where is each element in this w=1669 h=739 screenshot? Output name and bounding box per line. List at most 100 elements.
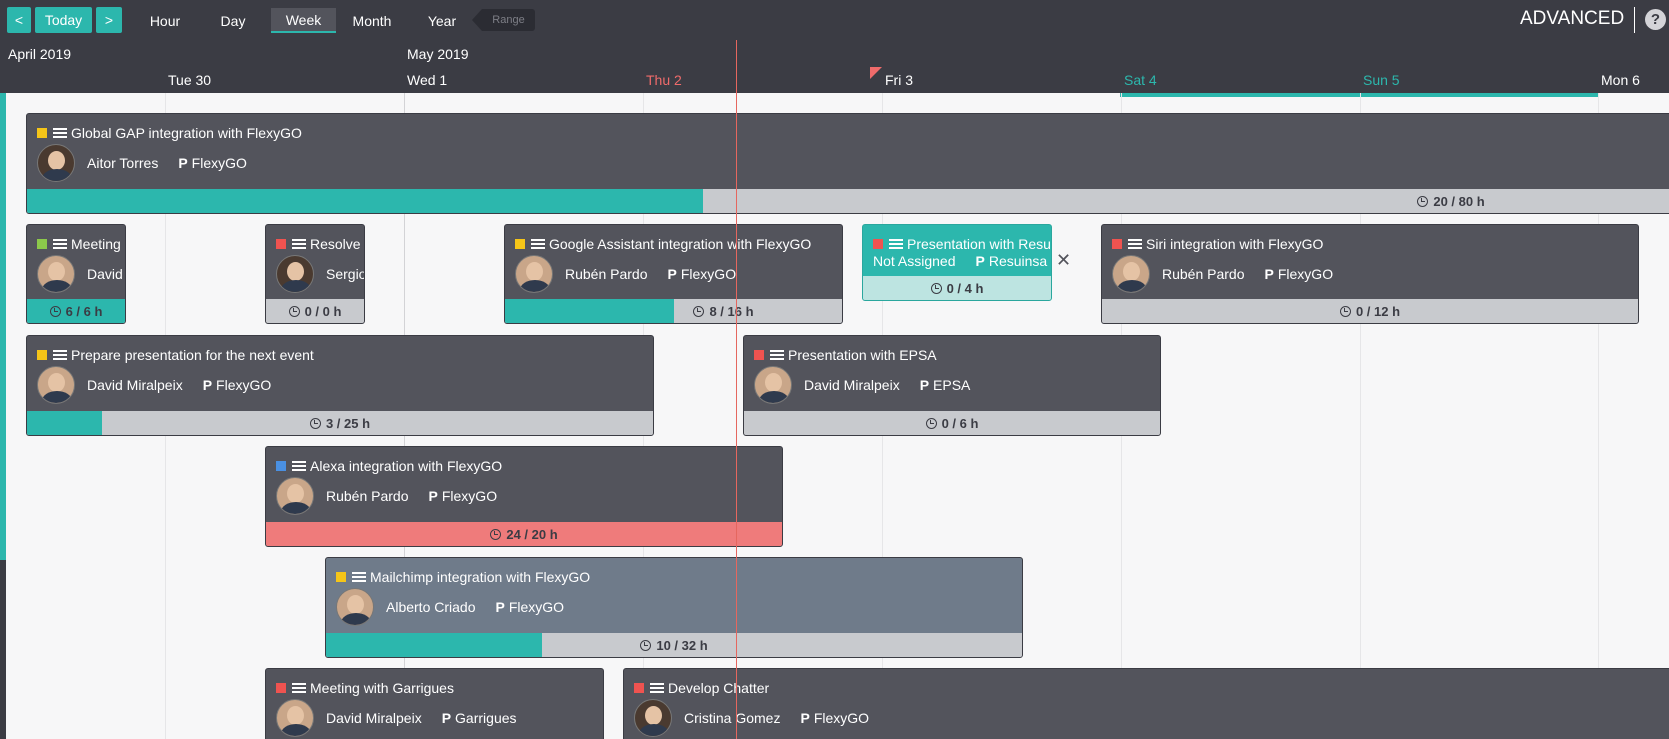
status-color-dot [37, 350, 47, 360]
avatar [754, 366, 792, 404]
assignee-name: Cristina Gomez [684, 710, 781, 726]
range-tag[interactable]: Range [472, 9, 535, 31]
clock-icon [930, 282, 942, 294]
assignee-name: Rubén Pardo [565, 266, 648, 282]
task-title: Resolve [310, 236, 361, 252]
task-card[interactable]: Siri integration with FlexyGO Rubén Pard… [1101, 224, 1639, 324]
progress-hours: 3 / 25 h [325, 415, 371, 431]
assignee-name: Not Assigned [873, 253, 956, 269]
assignee-name: David Miralpeix [804, 377, 900, 393]
row-indicator [0, 93, 6, 560]
clock-icon [925, 417, 937, 429]
task-card[interactable]: Meeting David 6 / 6 h [26, 224, 126, 324]
status-color-dot [754, 350, 764, 360]
avatar [37, 144, 75, 182]
gantt-header: < Today > Hour Day Week Month Year Range… [0, 0, 1669, 93]
tab-week[interactable]: Week [271, 8, 336, 33]
next-button[interactable]: > [96, 7, 122, 33]
list-icon [53, 239, 67, 249]
project-p-icon: P [800, 710, 810, 726]
clock-icon [49, 305, 61, 317]
project-name: Garrigues [455, 710, 517, 726]
status-color-dot [37, 128, 47, 138]
list-icon [531, 239, 545, 249]
project-p-icon: P [919, 377, 930, 393]
assignee-name: David Miralpeix [326, 710, 422, 726]
list-icon [292, 461, 306, 471]
task-card[interactable]: Presentation with EPSA David Miralpeix P E… [743, 335, 1161, 436]
avatar [37, 255, 75, 293]
project-name: FlexyGO [813, 710, 870, 726]
project-name: FlexyGO [441, 488, 498, 504]
assignee-name: Sergio [326, 266, 365, 282]
list-icon [53, 128, 67, 138]
list-icon [352, 572, 366, 582]
row-indicator [0, 560, 6, 739]
task-card[interactable]: Google Assistant integration with FlexyG… [504, 224, 843, 324]
project-p-icon: P [202, 377, 213, 393]
task-card[interactable]: Alexa integration with FlexyGO Rubén Par… [265, 446, 783, 547]
day-label-sun: Sun 5 [1363, 72, 1400, 88]
help-icon[interactable]: ? [1645, 9, 1666, 30]
today-button[interactable]: Today [35, 7, 92, 33]
status-color-dot [634, 683, 644, 693]
progress-bar: 10 / 32 h [326, 633, 1022, 657]
current-time-line [736, 40, 737, 739]
list-icon [650, 683, 664, 693]
project-p-icon: P [178, 155, 188, 171]
progress-bar: 8 / 16 h [505, 299, 842, 323]
avatar [37, 366, 75, 404]
task-card[interactable]: Meeting with Garrigues David Miralpeix P G… [265, 668, 604, 739]
progress-bar: 0 / 0 h [266, 299, 364, 323]
task-title: Global GAP integration with FlexyGO [71, 125, 302, 141]
task-card[interactable]: Prepare presentation for the next event … [26, 335, 654, 436]
list-icon [1128, 239, 1142, 249]
task-card-unassigned[interactable]: Presentation with Resu Not Assigned P Resu… [862, 224, 1052, 301]
clock-icon [1417, 195, 1429, 207]
clock-icon [490, 528, 502, 540]
task-card[interactable]: Develop Chatter Cristina Gomez P FlexyGO [623, 668, 1669, 739]
project-p-icon: P [975, 253, 985, 269]
chevron-right-icon: > [104, 12, 114, 28]
project-name: EPSA [933, 377, 971, 393]
progress-hours: 0 / 6 h [941, 415, 979, 431]
list-icon [889, 239, 903, 249]
day-label-sat: Sat 4 [1124, 72, 1157, 88]
advanced-mode-label[interactable]: ADVANCED [1520, 8, 1624, 30]
day-label-thu: Thu 2 [646, 72, 682, 88]
tab-month[interactable]: Month [346, 8, 398, 33]
assignee-name: Alberto Criado [386, 599, 476, 615]
task-card[interactable]: Mailchimp integration with FlexyGO Alber… [325, 557, 1023, 658]
status-color-dot [336, 572, 346, 582]
status-color-dot [37, 239, 47, 249]
task-card[interactable]: Global GAP integration with FlexyGO Aito… [26, 113, 1669, 214]
tab-day[interactable]: Day [212, 8, 254, 33]
progress-bar: 6 / 6 h [27, 299, 125, 323]
task-card[interactable]: Resolve Sergio 0 / 0 h [265, 224, 365, 324]
tab-hour[interactable]: Hour [140, 8, 190, 33]
assignee-name: David [87, 266, 123, 282]
progress-hours: 24 / 20 h [506, 526, 558, 542]
list-icon [53, 350, 67, 360]
status-color-dot [276, 683, 286, 693]
progress-hours: 0 / 12 h [1355, 303, 1401, 319]
clock-icon [309, 417, 321, 429]
prev-button[interactable]: < [7, 7, 31, 33]
clock-icon [693, 305, 705, 317]
avatar [276, 699, 314, 737]
close-icon[interactable]: ✕ [1056, 250, 1071, 271]
list-icon [292, 239, 306, 249]
project-p-icon: P [495, 599, 505, 615]
avatar [634, 699, 672, 737]
list-icon [292, 683, 306, 693]
month-label-may: May 2019 [407, 46, 469, 62]
progress-fill [27, 189, 703, 213]
avatar [276, 255, 314, 293]
status-color-dot [515, 239, 525, 249]
status-color-dot [873, 239, 883, 249]
tab-year[interactable]: Year [420, 8, 464, 33]
progress-bar: 20 / 80 h [27, 189, 1669, 213]
task-title: Alexa integration with FlexyGO [310, 458, 503, 474]
day-label-wed: Wed 1 [407, 72, 448, 88]
progress-bar: 0 / 6 h [744, 411, 1160, 435]
